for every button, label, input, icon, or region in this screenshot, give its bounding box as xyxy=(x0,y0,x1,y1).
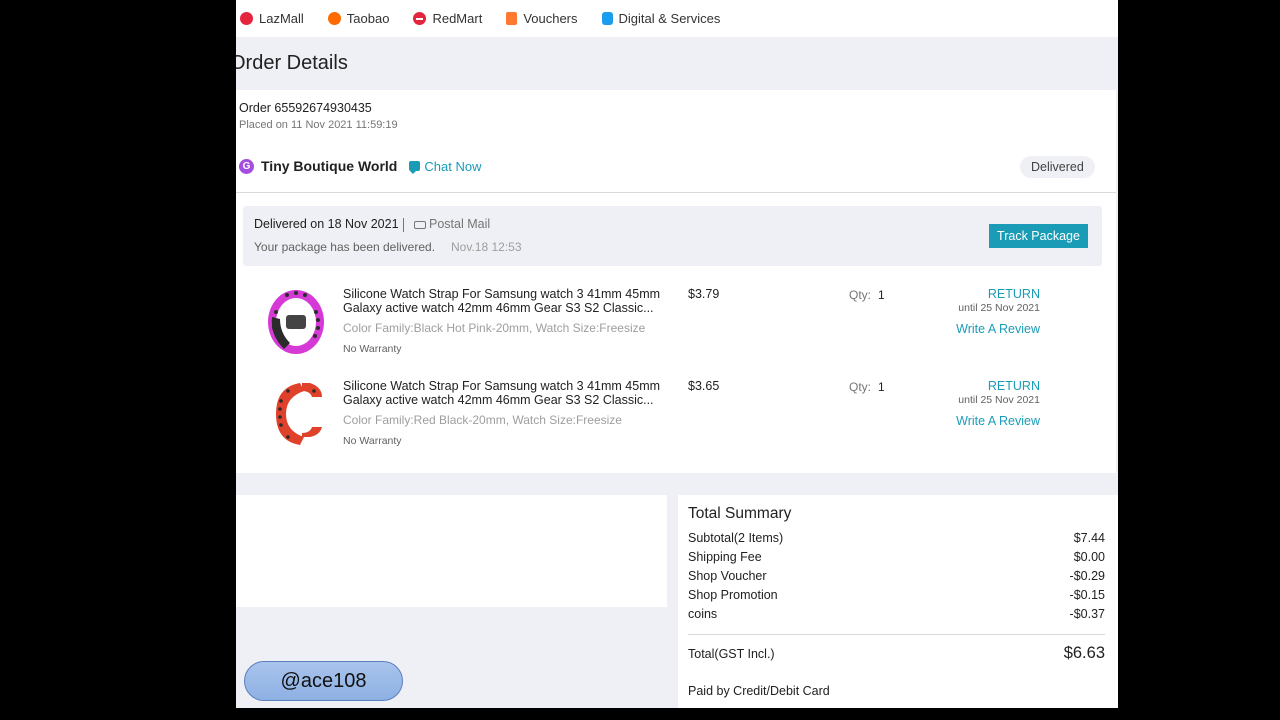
item-qty-label: Qty: xyxy=(849,380,872,394)
order-details-page: LazMall Taobao RedMart Vouchers Digital … xyxy=(236,0,1118,708)
nav-lazmall[interactable]: LazMall xyxy=(240,11,304,26)
item-variant: Color Family:Black Hot Pink-20mm, Watch … xyxy=(343,321,646,335)
divider xyxy=(236,192,1116,193)
return-link[interactable]: RETURN xyxy=(988,287,1040,301)
summary-row: Shipping Fee $0.00 xyxy=(688,550,1105,564)
item-title[interactable]: Silicone Watch Strap For Samsung watch 3… xyxy=(343,379,668,407)
shipping-method: Postal Mail xyxy=(429,217,491,231)
summary-label: Shop Promotion xyxy=(688,588,778,602)
total-value: $6.63 xyxy=(1063,644,1105,662)
summary-row: Shop Voucher -$0.29 xyxy=(688,569,1105,583)
page-title: Order Details xyxy=(236,52,348,74)
return-deadline: until 25 Nov 2021 xyxy=(958,394,1040,406)
delivery-info: Delivered on 18 Nov 2021 Postal Mail You… xyxy=(243,206,1102,266)
summary-value: $7.44 xyxy=(1073,531,1105,545)
summary-value: $0.00 xyxy=(1073,550,1105,564)
nav-label: RedMart xyxy=(432,11,483,26)
chat-icon xyxy=(409,161,421,174)
summary-label: Subtotal(2 Items) xyxy=(688,531,784,545)
nav-label: Digital & Services xyxy=(618,11,721,26)
chat-now-link[interactable]: Chat Now xyxy=(409,159,481,174)
item-price: $3.65 xyxy=(688,379,720,393)
nav-redmart[interactable]: RedMart xyxy=(413,11,482,26)
order-item: Silicone Watch Strap For Samsung watch 3… xyxy=(236,379,1116,459)
summary-value: -$0.37 xyxy=(1069,607,1105,621)
item-qty-label: Qty: xyxy=(849,288,872,302)
summary-row: Shop Promotion -$0.15 xyxy=(688,588,1105,602)
summary-row: Subtotal(2 Items) $7.44 xyxy=(688,531,1105,545)
summary-value: -$0.15 xyxy=(1069,588,1105,602)
order-card: Order 65592674930435 Placed on 11 Nov 20… xyxy=(236,90,1116,473)
total-summary: Total Summary Subtotal(2 Items) $7.44 Sh… xyxy=(678,495,1118,708)
watermark-handle: @ace108 xyxy=(244,661,403,701)
write-review-link[interactable]: Write A Review xyxy=(956,322,1040,336)
chat-now-label: Chat Now xyxy=(424,158,482,174)
nav-label: Taobao xyxy=(346,11,390,26)
status-badge: Delivered xyxy=(1020,156,1095,178)
taobao-icon xyxy=(327,12,341,25)
voucher-icon xyxy=(506,12,518,25)
summary-label: coins xyxy=(688,607,718,621)
track-package-button[interactable]: Track Package xyxy=(989,224,1088,248)
item-qty: 1 xyxy=(878,380,885,394)
top-nav: LazMall Taobao RedMart Vouchers Digital … xyxy=(236,0,1118,37)
item-variant: Color Family:Red Black-20mm, Watch Size:… xyxy=(343,413,622,427)
item-price: $3.79 xyxy=(688,287,720,301)
nav-label: LazMall xyxy=(259,11,304,26)
watch-strap-image[interactable] xyxy=(262,287,332,357)
nav-digital-services[interactable]: Digital & Services xyxy=(601,11,721,26)
summary-value: -$0.29 xyxy=(1069,569,1105,583)
order-item: Silicone Watch Strap For Samsung watch 3… xyxy=(236,287,1116,367)
watch-strap-image[interactable] xyxy=(262,379,332,449)
summary-title: Total Summary xyxy=(688,505,792,522)
truck-icon xyxy=(414,221,426,229)
item-warranty: No Warranty xyxy=(343,435,402,447)
shop-icon: G xyxy=(239,158,254,174)
divider xyxy=(688,634,1105,635)
delivery-message: Your package has been delivered. xyxy=(254,240,436,254)
return-deadline: until 25 Nov 2021 xyxy=(958,302,1040,314)
seller-name[interactable]: Tiny Boutique World xyxy=(261,158,397,174)
nav-taobao[interactable]: Taobao xyxy=(327,11,390,26)
write-review-link[interactable]: Write A Review xyxy=(956,414,1040,428)
return-link[interactable]: RETURN xyxy=(988,379,1040,393)
redmart-icon xyxy=(413,12,427,25)
summary-label: Shop Voucher xyxy=(688,569,767,583)
lazmall-icon xyxy=(240,12,253,25)
nav-vouchers[interactable]: Vouchers xyxy=(506,11,578,26)
delivery-time: Nov.18 12:53 xyxy=(451,240,522,254)
total-label: Total(GST Incl.) xyxy=(688,647,775,661)
item-warranty: No Warranty xyxy=(343,343,402,355)
seller-row: G Tiny Boutique World Chat Now xyxy=(239,158,481,174)
nav-label: Vouchers xyxy=(523,11,578,26)
item-title[interactable]: Silicone Watch Strap For Samsung watch 3… xyxy=(343,287,668,315)
address-card xyxy=(236,495,667,607)
item-qty: 1 xyxy=(878,288,885,302)
order-placed-date: Placed on 11 Nov 2021 11:59:19 xyxy=(239,119,398,131)
payment-method: Paid by Credit/Debit Card xyxy=(688,684,830,698)
order-number: Order 65592674930435 xyxy=(239,101,372,115)
digital-services-icon xyxy=(601,12,613,25)
summary-label: Shipping Fee xyxy=(688,550,762,564)
delivered-date: Delivered on 18 Nov 2021 xyxy=(254,217,399,231)
summary-row: coins -$0.37 xyxy=(688,607,1105,621)
separator xyxy=(403,218,404,232)
